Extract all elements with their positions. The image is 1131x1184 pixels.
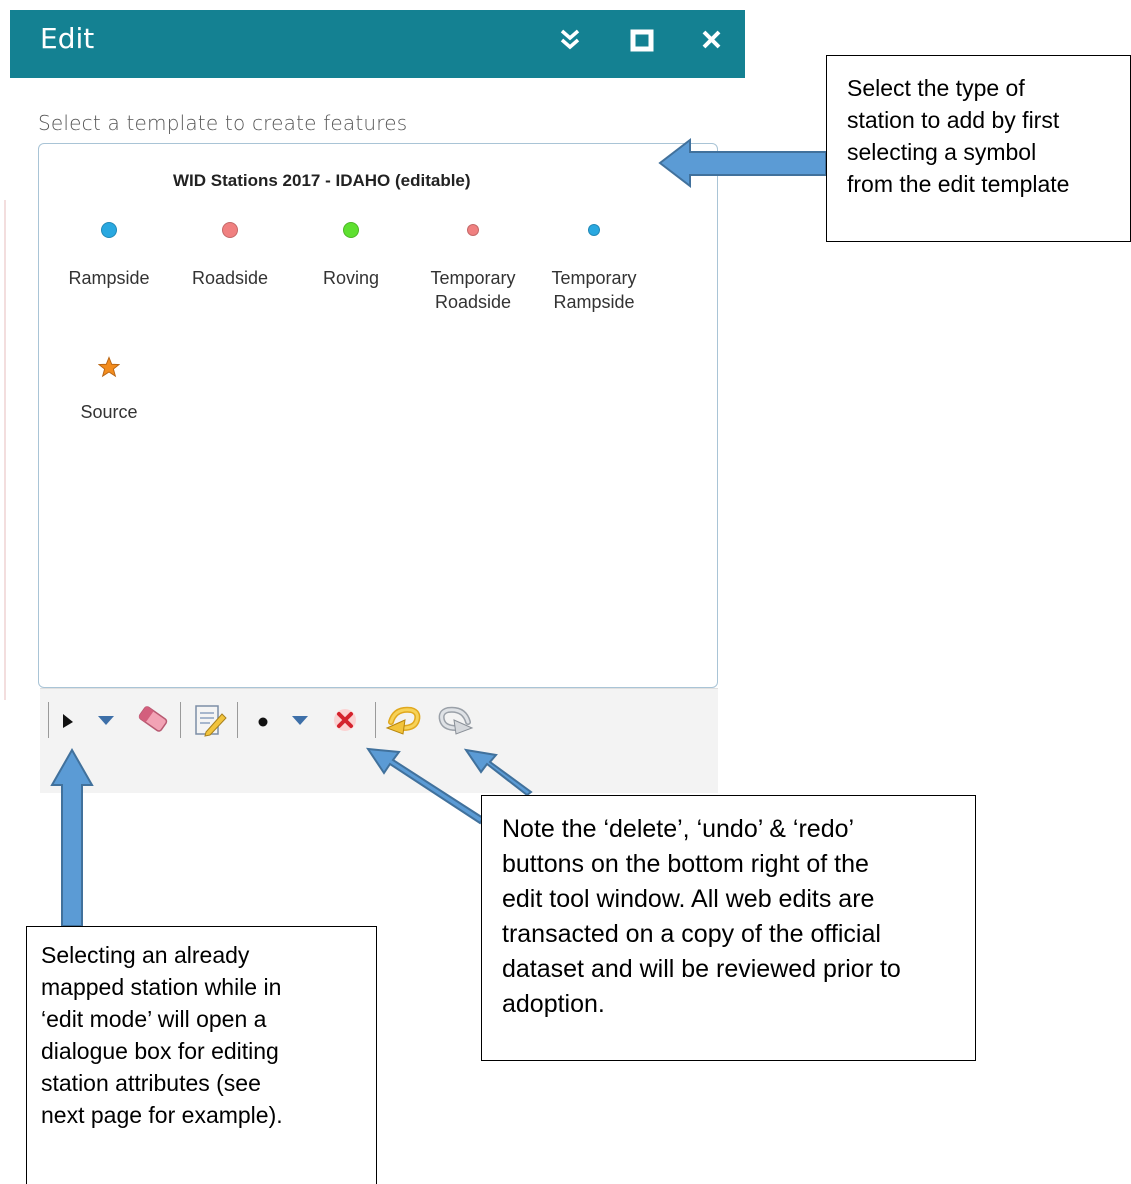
template-temporary-rampside[interactable]: Temporary Rampside — [534, 224, 654, 314]
point-dropdown-icon[interactable] — [290, 713, 310, 732]
star-icon — [97, 356, 121, 378]
template-label: Temporary Rampside — [534, 266, 654, 314]
template-label: Rampside — [68, 268, 150, 288]
template-temporary-roadside[interactable]: Temporary Roadside — [413, 224, 533, 314]
callout-line: Select the type of — [847, 75, 1025, 101]
callout-line: ‘edit mode’ will open a — [41, 1006, 267, 1032]
delete-icon[interactable] — [331, 706, 359, 739]
callout-line: selecting a symbol — [847, 139, 1037, 165]
close-icon[interactable] — [698, 26, 726, 54]
select-dropdown-icon[interactable] — [96, 713, 116, 732]
template-label: Roving — [322, 268, 380, 288]
chevron-double-down-icon[interactable] — [556, 26, 584, 54]
edit-attributes-icon[interactable] — [192, 702, 228, 743]
template-label: Roadside — [191, 268, 269, 288]
temporary-roadside-symbol-icon — [467, 224, 479, 236]
eraser-icon[interactable] — [134, 700, 172, 743]
callout-line: Note the ‘delete’, ‘undo’ & ‘redo’ — [502, 815, 855, 843]
undo-icon[interactable] — [385, 702, 423, 741]
temporary-rampside-symbol-icon — [588, 224, 600, 236]
template-label-line1: Temporary — [551, 268, 637, 288]
roving-symbol-icon — [343, 222, 359, 238]
callout-line: edit tool window. All web edits are — [502, 885, 875, 913]
toolbar-separator — [48, 702, 49, 738]
callout-line: dialogue box for editing — [41, 1038, 279, 1064]
layer-title: WID Stations 2017 - IDAHO (editable) — [173, 171, 471, 190]
template-label-line2: Rampside — [553, 292, 635, 312]
roadside-symbol-icon — [222, 222, 238, 238]
template-source[interactable]: Source — [49, 356, 169, 424]
callout-line: from the edit template — [847, 171, 1070, 197]
maximize-icon[interactable] — [628, 26, 656, 54]
template-roving[interactable]: Roving — [291, 222, 411, 290]
callout-line: station attributes (see — [41, 1070, 261, 1096]
callout-line: buttons on the bottom right of the — [502, 850, 869, 878]
select-arrow-icon[interactable] — [60, 712, 76, 735]
template-roadside[interactable]: Roadside — [170, 222, 290, 290]
rampside-symbol-icon — [101, 222, 117, 238]
toolbar-separator — [180, 702, 181, 738]
callout-template-note: Select the type of station to add by fir… — [826, 55, 1131, 242]
template-label: Temporary Roadside — [413, 266, 533, 314]
panel-left-edge — [4, 200, 6, 700]
template-label: Source — [80, 402, 138, 422]
callout-line: Selecting an already — [41, 942, 250, 968]
callout-line: transacted on a copy of the official — [502, 920, 881, 948]
callout-buttons-note: Note the ‘delete’, ‘undo’ & ‘redo’ butto… — [481, 795, 976, 1061]
template-prompt: Select a template to create features — [38, 111, 408, 135]
toolbar-separator — [375, 702, 376, 738]
panel-title: Edit — [40, 22, 95, 55]
callout-line: mapped station while in — [41, 974, 282, 1000]
template-rampside[interactable]: Rampside — [49, 222, 169, 290]
callout-line: dataset and will be reviewed prior to — [502, 955, 901, 983]
callout-select-note: Selecting an already mapped station whil… — [26, 926, 377, 1184]
template-label-line2: Roadside — [434, 292, 512, 312]
template-label-line1: Temporary — [430, 268, 516, 288]
callout-line: station to add by first — [847, 107, 1060, 133]
callout-line: adoption. — [502, 990, 605, 1018]
callout-line: next page for example). — [41, 1102, 283, 1128]
redo-icon[interactable] — [436, 702, 474, 741]
point-icon[interactable] — [257, 715, 269, 733]
toolbar-separator — [237, 702, 238, 738]
